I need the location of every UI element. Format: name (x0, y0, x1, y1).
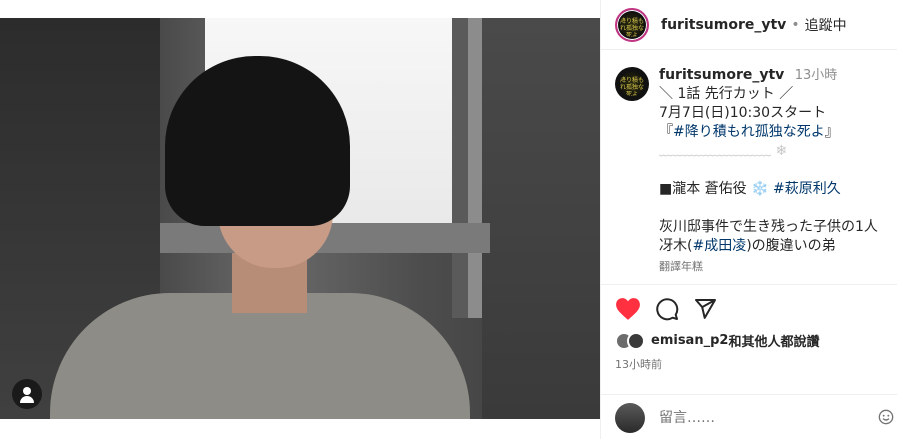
send-icon[interactable] (693, 297, 717, 321)
caption-line-7: 冴木(#成田凌)の腹違いの弟 (659, 238, 836, 254)
caption-avatar[interactable]: 降り積もれ孤独な死よ (615, 67, 649, 101)
tagged-users-button[interactable] (12, 379, 42, 409)
header-username[interactable]: furitsumore_ytv (661, 17, 786, 33)
post-time[interactable]: 13小時前 (615, 356, 662, 372)
likes-user[interactable]: emisan_p2 (651, 333, 728, 348)
liker-avatar (627, 331, 645, 350)
likes-tail: 和其他人都說讚 (728, 335, 820, 350)
caption-divider: ﹏﹏﹏﹏﹏﹏﹏﹏ ❄ (659, 143, 788, 159)
translate-link[interactable]: 翻譯年糕 (659, 257, 891, 276)
caption-time[interactable]: 13小時 (795, 68, 838, 83)
comment-input[interactable] (659, 409, 859, 426)
caption-account-logo: 降り積もれ孤独な死よ (620, 72, 644, 96)
emoji-icon[interactable] (878, 409, 894, 425)
comment-icon[interactable] (655, 297, 679, 321)
post-dialog: 降り積もれ孤独な死よ furitsumore_ytv • 追蹤中 降り積もれ孤独… (0, 0, 897, 439)
caption-line-1: ＼ 1話 先行カット ／ (659, 86, 794, 102)
caption-line-5: ■瀧本 蒼佑役 ❄️ #萩原利久 (659, 181, 841, 197)
hashtag-actor[interactable]: #萩原利久 (773, 181, 841, 197)
post-header: 降り積もれ孤独な死よ furitsumore_ytv • 追蹤中 (601, 0, 897, 50)
post-actions: emisan_p2 和其他人都說讚 13小時前 (601, 284, 897, 439)
post-side-panel: 降り積もれ孤独な死よ furitsumore_ytv • 追蹤中 降り積もれ孤独… (600, 0, 897, 439)
hashtag-title[interactable]: #降り積もれ孤独な死よ (673, 124, 825, 140)
separator-dot: • (791, 16, 800, 33)
caption-line-3: 『#降り積もれ孤独な死よ』 (659, 124, 839, 140)
media-area (0, 0, 600, 439)
following-button[interactable]: 追蹤中 (805, 15, 847, 35)
caption-line-6: 灰川邸事件で生き残った子供の1人 (659, 219, 878, 235)
likes-summary[interactable]: emisan_p2 和其他人都說讚 (615, 331, 819, 350)
add-comment-bar (601, 394, 897, 439)
my-avatar (615, 402, 645, 433)
profile-avatar[interactable]: 降り積もれ孤独な死よ (615, 7, 649, 42)
caption-line-2: 7月7日(日)10:30スタート (659, 105, 827, 121)
action-icons (615, 297, 717, 321)
user-icon (23, 387, 31, 395)
caption-body: furitsumore_ytv 13小時 ＼ 1話 先行カット ／ 7月7日(日… (659, 66, 891, 276)
account-logo: 降り積もれ孤独な死よ (620, 12, 644, 37)
hashtag-costar[interactable]: #成田凌 (692, 238, 746, 254)
post-photo[interactable] (0, 18, 600, 419)
caption-username[interactable]: furitsumore_ytv (659, 67, 784, 83)
heart-icon[interactable] (615, 297, 641, 321)
